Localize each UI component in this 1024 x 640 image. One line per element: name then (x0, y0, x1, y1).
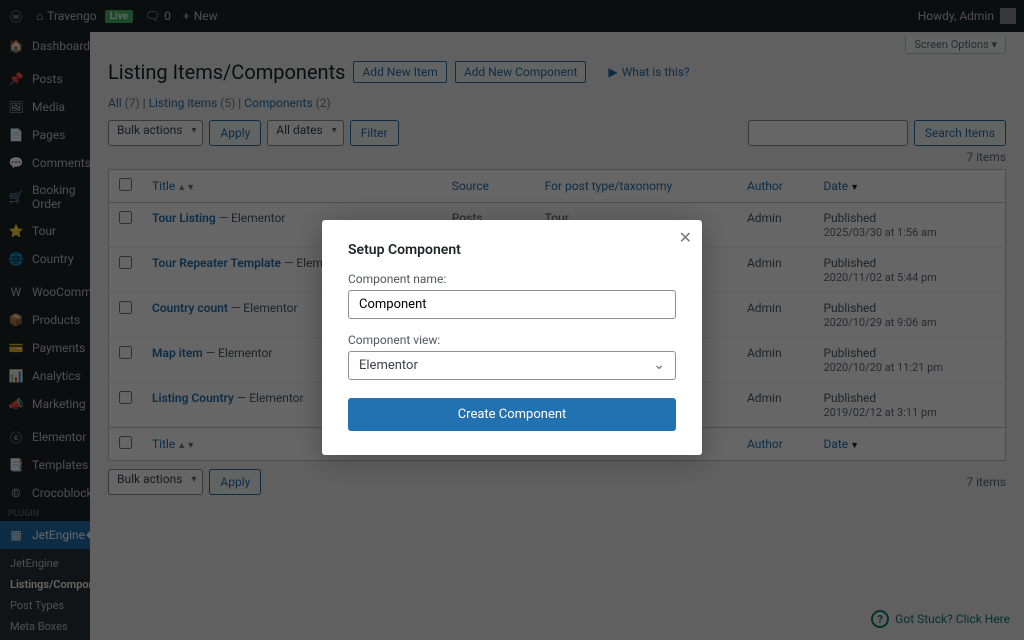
component-view-label: Component view: (348, 333, 676, 347)
component-name-label: Component name: (348, 272, 676, 286)
modal-overlay[interactable]: ✕ Setup Component Component name: Compon… (0, 0, 1024, 640)
component-view-select[interactable]: Elementor (348, 351, 676, 380)
modal-title: Setup Component (348, 242, 676, 258)
setup-component-modal: ✕ Setup Component Component name: Compon… (322, 220, 702, 455)
close-icon[interactable]: ✕ (679, 228, 692, 247)
create-component-button[interactable]: Create Component (348, 398, 676, 431)
component-name-input[interactable] (348, 290, 676, 319)
